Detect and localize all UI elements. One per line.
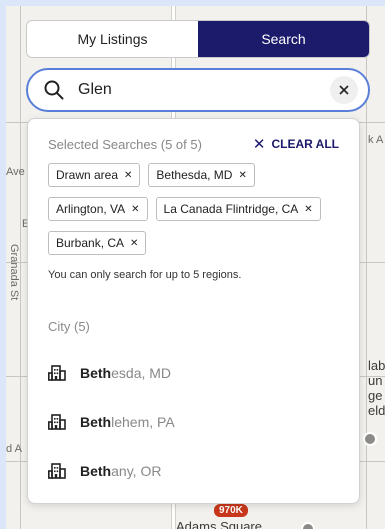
search-icon: [44, 80, 64, 100]
close-icon: ✕: [252, 136, 266, 153]
city-match-text: Beth: [80, 364, 112, 381]
map-street-label: Granada St: [8, 244, 20, 301]
region-chip[interactable]: La Canada Flintridge, CA ✕: [155, 197, 321, 221]
search-bar: [26, 68, 370, 112]
map-street-label: d A: [6, 443, 22, 455]
region-chip[interactable]: Arlington, VA ✕: [48, 197, 148, 221]
remove-chip-icon[interactable]: ✕: [124, 170, 132, 181]
city-suggestion-list: Beth esda, MD Beth lehem, PA Beth any, O…: [48, 348, 339, 495]
map-place-label: lab un ge eld: [368, 358, 385, 418]
clear-all-label: CLEAR ALL: [271, 137, 339, 151]
map-marker-dot[interactable]: [363, 432, 377, 446]
remove-chip-icon[interactable]: ✕: [131, 204, 139, 215]
city-rest-text: lehem, PA: [111, 413, 175, 430]
building-icon: [48, 413, 66, 430]
region-chip-label: Bethesda, MD: [156, 168, 233, 182]
region-chip-label: Burbank, CA: [56, 236, 125, 250]
city-rest-text: esda, MD: [111, 364, 172, 381]
region-chip[interactable]: Bethesda, MD ✕: [148, 163, 255, 187]
city-match-text: Beth: [80, 462, 112, 479]
region-limit-note: You can only search for up to 5 regions.: [48, 269, 242, 281]
region-chip-label: La Canada Flintridge, CA: [163, 202, 299, 216]
tab-search[interactable]: Search: [198, 21, 369, 57]
city-suggestion-item[interactable]: Beth esda, MD: [48, 348, 339, 397]
selected-searches-title: Selected Searches (5 of 5): [48, 136, 202, 152]
clear-all-button[interactable]: ✕ CLEAR ALL: [253, 135, 339, 153]
map-price-pin[interactable]: 970K: [214, 504, 248, 517]
selected-region-chips: Drawn area ✕ Bethesda, MD ✕ Arlington, V…: [48, 163, 344, 265]
search-input[interactable]: [78, 81, 330, 99]
city-suggestion-item[interactable]: Beth lehem, PA: [48, 397, 339, 446]
map-street-label: Ave: [6, 166, 25, 178]
tab-my-listings[interactable]: My Listings: [27, 21, 198, 57]
region-chip[interactable]: Drawn area ✕: [48, 163, 141, 187]
remove-chip-icon[interactable]: ✕: [304, 204, 312, 215]
city-rest-text: any, OR: [111, 462, 162, 479]
city-suggestion-item[interactable]: Beth any, OR: [48, 446, 339, 495]
region-chip-label: Drawn area: [56, 168, 119, 182]
search-suggestions-panel: Selected Searches (5 of 5) ✕ CLEAR ALL D…: [27, 118, 360, 504]
listing-search-toggle: My Listings Search: [26, 20, 370, 58]
map-marker-dot[interactable]: [301, 522, 315, 529]
clear-search-button[interactable]: [330, 76, 358, 104]
building-icon: [48, 364, 66, 381]
region-chip-label: Arlington, VA: [56, 202, 126, 216]
close-icon: [339, 85, 349, 95]
remove-chip-icon[interactable]: ✕: [238, 170, 246, 181]
map-street-label: k A: [368, 134, 384, 146]
city-section-heading: City (5): [48, 319, 90, 334]
building-icon: [48, 462, 66, 479]
region-chip[interactable]: Burbank, CA ✕: [48, 231, 147, 255]
city-match-text: Beth: [80, 413, 112, 430]
remove-chip-icon[interactable]: ✕: [130, 238, 138, 249]
map-street-label: Adams Square: [176, 519, 262, 529]
selected-searches-header: Selected Searches (5 of 5) ✕ CLEAR ALL: [48, 135, 339, 153]
